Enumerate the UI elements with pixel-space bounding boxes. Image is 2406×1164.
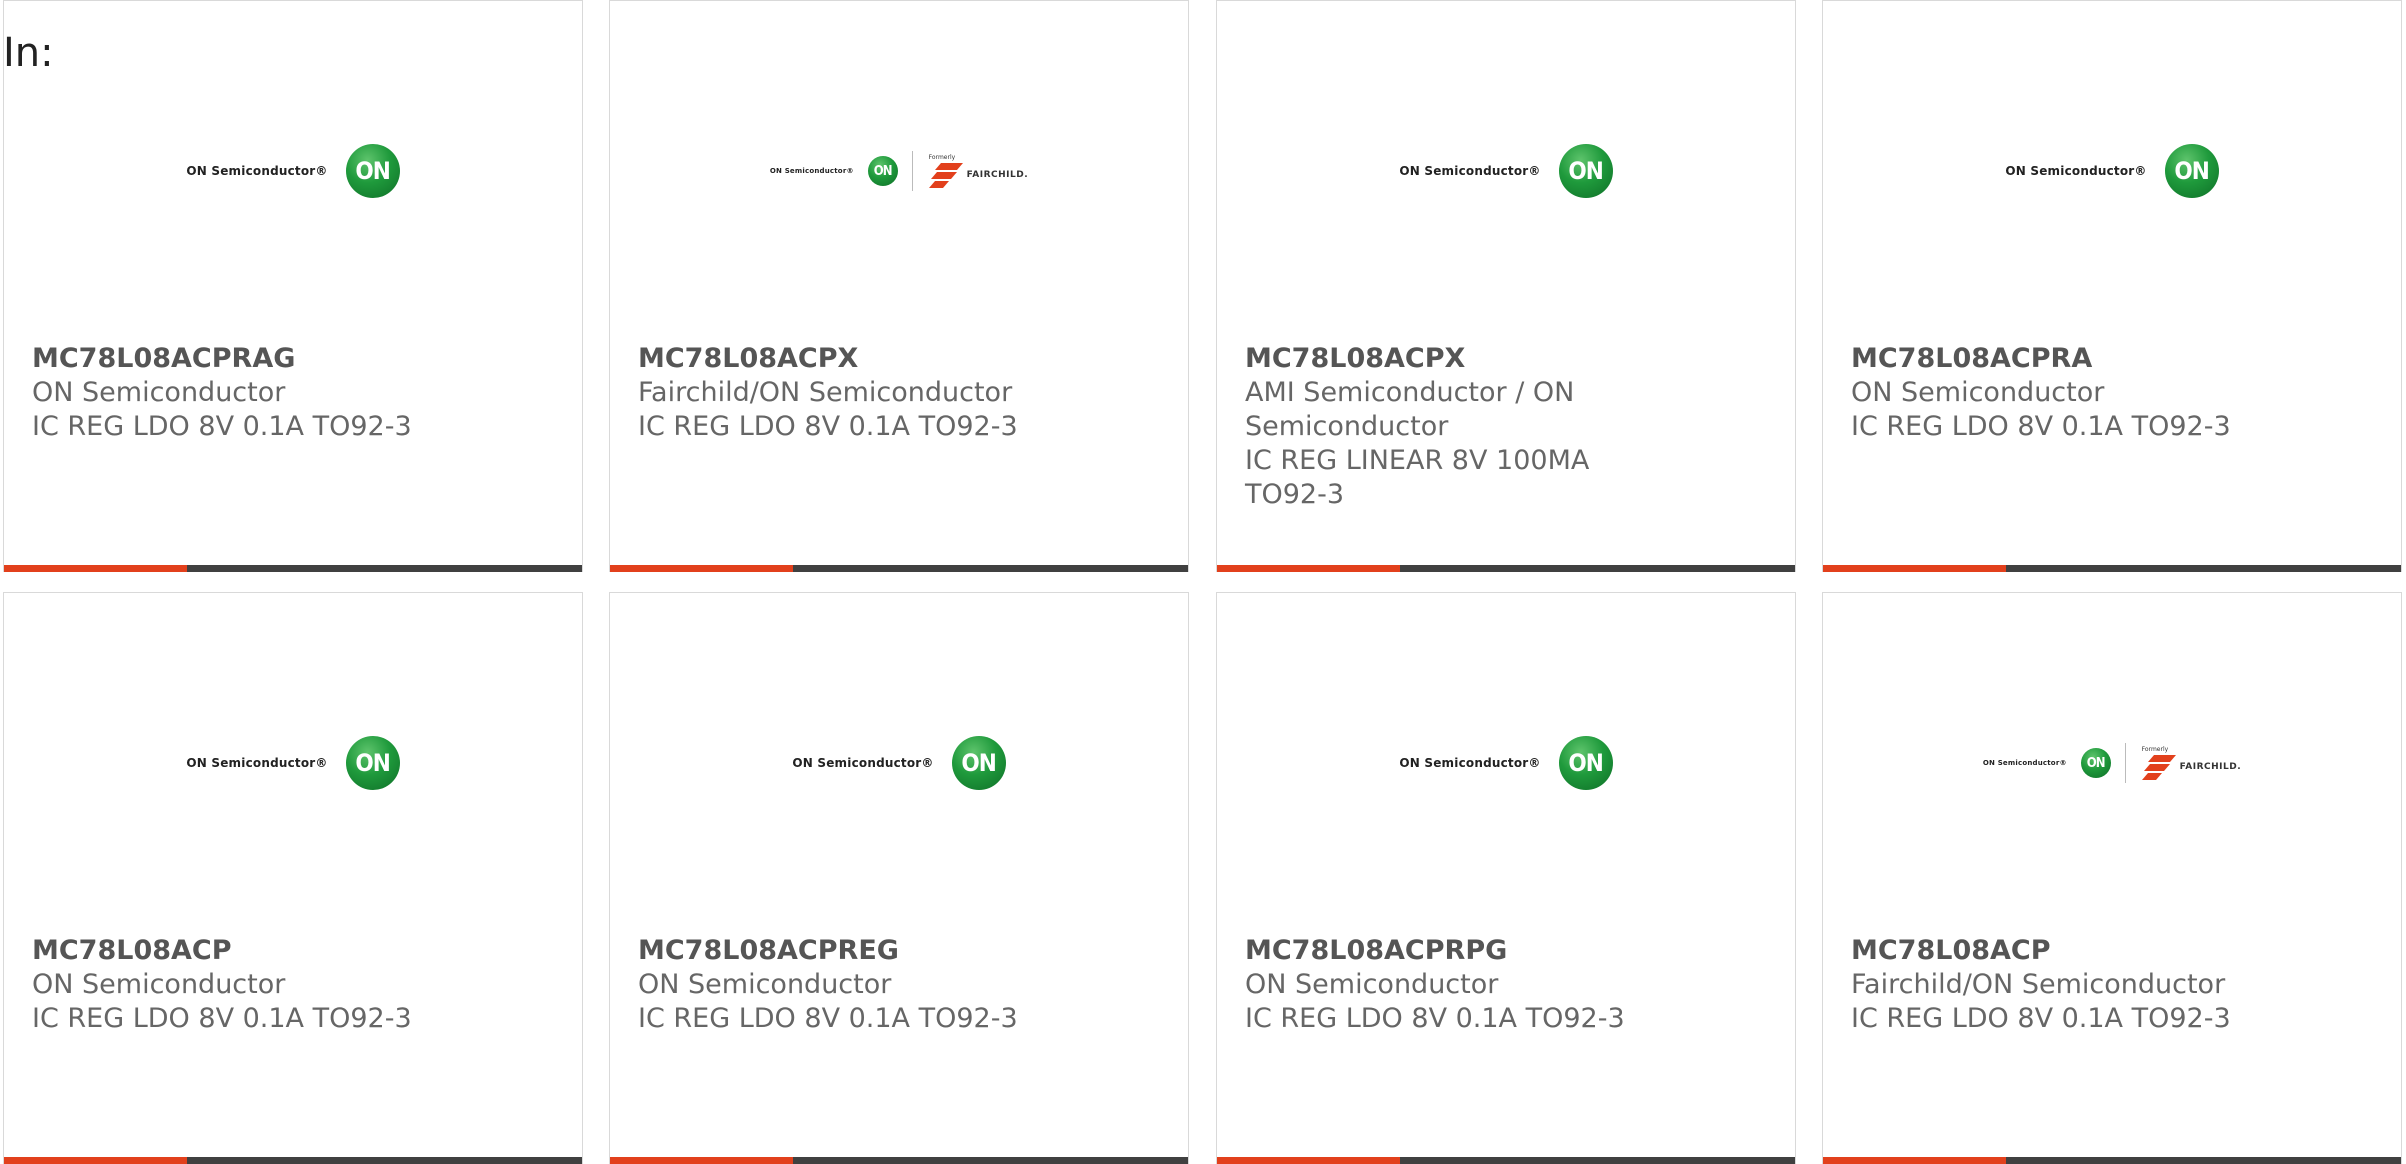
formerly-text: Formerly [2141,745,2169,753]
on-semiconductor-logo: ON Semiconductor® ON [1399,144,1613,198]
manufacturer: AMI Semiconductor / ON Semiconductor [1245,377,1575,442]
manufacturer: Fairchild/ON Semiconductor [1851,969,2226,1000]
in-label: In: [3,30,54,76]
manufacturer: ON Semiconductor [1245,969,1499,1000]
card-accent-bar [1823,565,2006,572]
description: IC REG LDO 8V 0.1A TO92-3 [1245,1003,1625,1034]
product-card[interactable]: ON Semiconductor® ON MC78L08ACPRA ON Sem… [1822,0,2402,572]
product-card[interactable]: ON Semiconductor® ON MC78L08ACPRAG ON Se… [3,0,583,572]
product-info: MC78L08ACPREG ON Semiconductor IC REG LD… [638,934,1058,1036]
part-number-link[interactable]: MC78L08ACPX [638,342,1058,376]
card-accent-bar [610,565,793,572]
logo-text: ON Semiconductor® [1982,759,2067,767]
product-card[interactable]: ON Semiconductor® ON Formerly FAIRCHILD. [1822,592,2402,1164]
card-accent-bar [4,565,187,572]
on-logo-icon: ON [2080,748,2111,778]
product-info: MC78L08ACPX AMI Semiconductor / ON Semic… [1245,342,1665,512]
logo-text: ON Semiconductor® [186,164,328,178]
formerly-text: Formerly [928,153,956,161]
product-info: MC78L08ACPX Fairchild/ON Semiconductor I… [638,342,1058,444]
product-logo-area: ON Semiconductor® ON [1217,593,1795,933]
description: IC REG LINEAR 8V 100MA TO92-3 [1245,445,1590,510]
logo-divider [911,151,913,191]
product-logo-area: ON Semiconductor® ON [1823,1,2401,341]
product-logo-area: ON Semiconductor® ON [610,593,1188,933]
part-number-link[interactable]: MC78L08ACPRAG [32,342,452,376]
product-card[interactable]: ON Semiconductor® ON Formerly FAIRCHILD. [609,0,1189,572]
product-card[interactable]: ON Semiconductor® ON MC78L08ACPX AMI Sem… [1216,0,1796,572]
fairchild-logo: Formerly FAIRCHILD. [927,154,1028,189]
on-semiconductor-logo: ON Semiconductor® ON [2005,144,2219,198]
product-logo-area: ON Semiconductor® ON [4,593,582,933]
on-logo-icon: ON [345,736,400,790]
product-logo-area: ON Semiconductor® ON [4,1,582,341]
part-number-link[interactable]: MC78L08ACPRA [1851,342,2271,376]
product-info: MC78L08ACP Fairchild/ON Semiconductor IC… [1851,934,2271,1036]
logo-text: ON Semiconductor® [769,167,854,175]
logo-text: ON Semiconductor® [1399,756,1541,770]
fairchild-swoosh-icon [2141,754,2176,780]
card-accent-bar [1217,565,1400,572]
manufacturer: ON Semiconductor [638,969,892,1000]
on-logo-icon: ON [1558,144,1613,198]
logo-text: ON Semiconductor® [1399,164,1541,178]
fairchild-text: FAIRCHILD. [966,169,1029,180]
product-info: MC78L08ACPRPG ON Semiconductor IC REG LD… [1245,934,1665,1036]
product-card[interactable]: ON Semiconductor® ON MC78L08ACPREG ON Se… [609,592,1189,1164]
manufacturer: ON Semiconductor [1851,377,2105,408]
on-semiconductor-logo: ON Semiconductor® ON [792,736,1006,790]
logo-divider [2124,743,2126,783]
description: IC REG LDO 8V 0.1A TO92-3 [638,411,1018,442]
card-bottom-bar [610,565,1188,572]
product-info: MC78L08ACP ON Semiconductor IC REG LDO 8… [32,934,452,1036]
product-card[interactable]: ON Semiconductor® ON MC78L08ACPRPG ON Se… [1216,592,1796,1164]
description: IC REG LDO 8V 0.1A TO92-3 [638,1003,1018,1034]
logo-text: ON Semiconductor® [186,756,328,770]
card-bottom-bar [4,565,582,572]
part-number-link[interactable]: MC78L08ACP [1851,934,2271,968]
manufacturer: Fairchild/ON Semiconductor [638,377,1013,408]
part-number-link[interactable]: MC78L08ACPRPG [1245,934,1665,968]
description: IC REG LDO 8V 0.1A TO92-3 [1851,411,2231,442]
on-logo-icon: ON [345,144,400,198]
product-grid: ON Semiconductor® ON MC78L08ACPRAG ON Se… [0,0,2406,1164]
description: IC REG LDO 8V 0.1A TO92-3 [32,1003,412,1034]
on-semiconductor-logo: ON Semiconductor® ON [1399,736,1613,790]
on-logo-icon: ON [867,156,898,186]
product-logo-area: ON Semiconductor® ON Formerly FAIRCHILD. [1823,593,2401,933]
logo-text: ON Semiconductor® [792,756,934,770]
product-logo-area: ON Semiconductor® ON Formerly FAIRCHILD. [610,1,1188,341]
card-bottom-bar [1217,565,1795,572]
fairchild-text: FAIRCHILD. [2179,761,2242,772]
fairchild-swoosh-icon [928,162,963,188]
description: IC REG LDO 8V 0.1A TO92-3 [1851,1003,2231,1034]
product-info: MC78L08ACPRA ON Semiconductor IC REG LDO… [1851,342,2271,444]
manufacturer: ON Semiconductor [32,377,286,408]
on-logo-icon: ON [1558,736,1613,790]
fairchild-logo: Formerly FAIRCHILD. [2140,746,2241,781]
card-bottom-bar [1823,565,2401,572]
part-number-link[interactable]: MC78L08ACPREG [638,934,1058,968]
on-fairchild-logo: ON Semiconductor® ON Formerly FAIRCHILD. [770,151,1028,191]
on-fairchild-logo: ON Semiconductor® ON Formerly FAIRCHILD. [1983,743,2241,783]
product-card[interactable]: ON Semiconductor® ON MC78L08ACP ON Semic… [3,592,583,1164]
part-number-link[interactable]: MC78L08ACP [32,934,452,968]
product-logo-area: ON Semiconductor® ON [1217,1,1795,341]
manufacturer: ON Semiconductor [32,969,286,1000]
description: IC REG LDO 8V 0.1A TO92-3 [32,411,412,442]
on-logo-icon: ON [2164,144,2219,198]
part-number-link[interactable]: MC78L08ACPX [1245,342,1665,376]
on-logo-icon: ON [951,736,1006,790]
product-info: MC78L08ACPRAG ON Semiconductor IC REG LD… [32,342,452,444]
on-semiconductor-logo: ON Semiconductor® ON [186,736,400,790]
logo-text: ON Semiconductor® [2005,164,2147,178]
on-semiconductor-logo: ON Semiconductor® ON [186,144,400,198]
